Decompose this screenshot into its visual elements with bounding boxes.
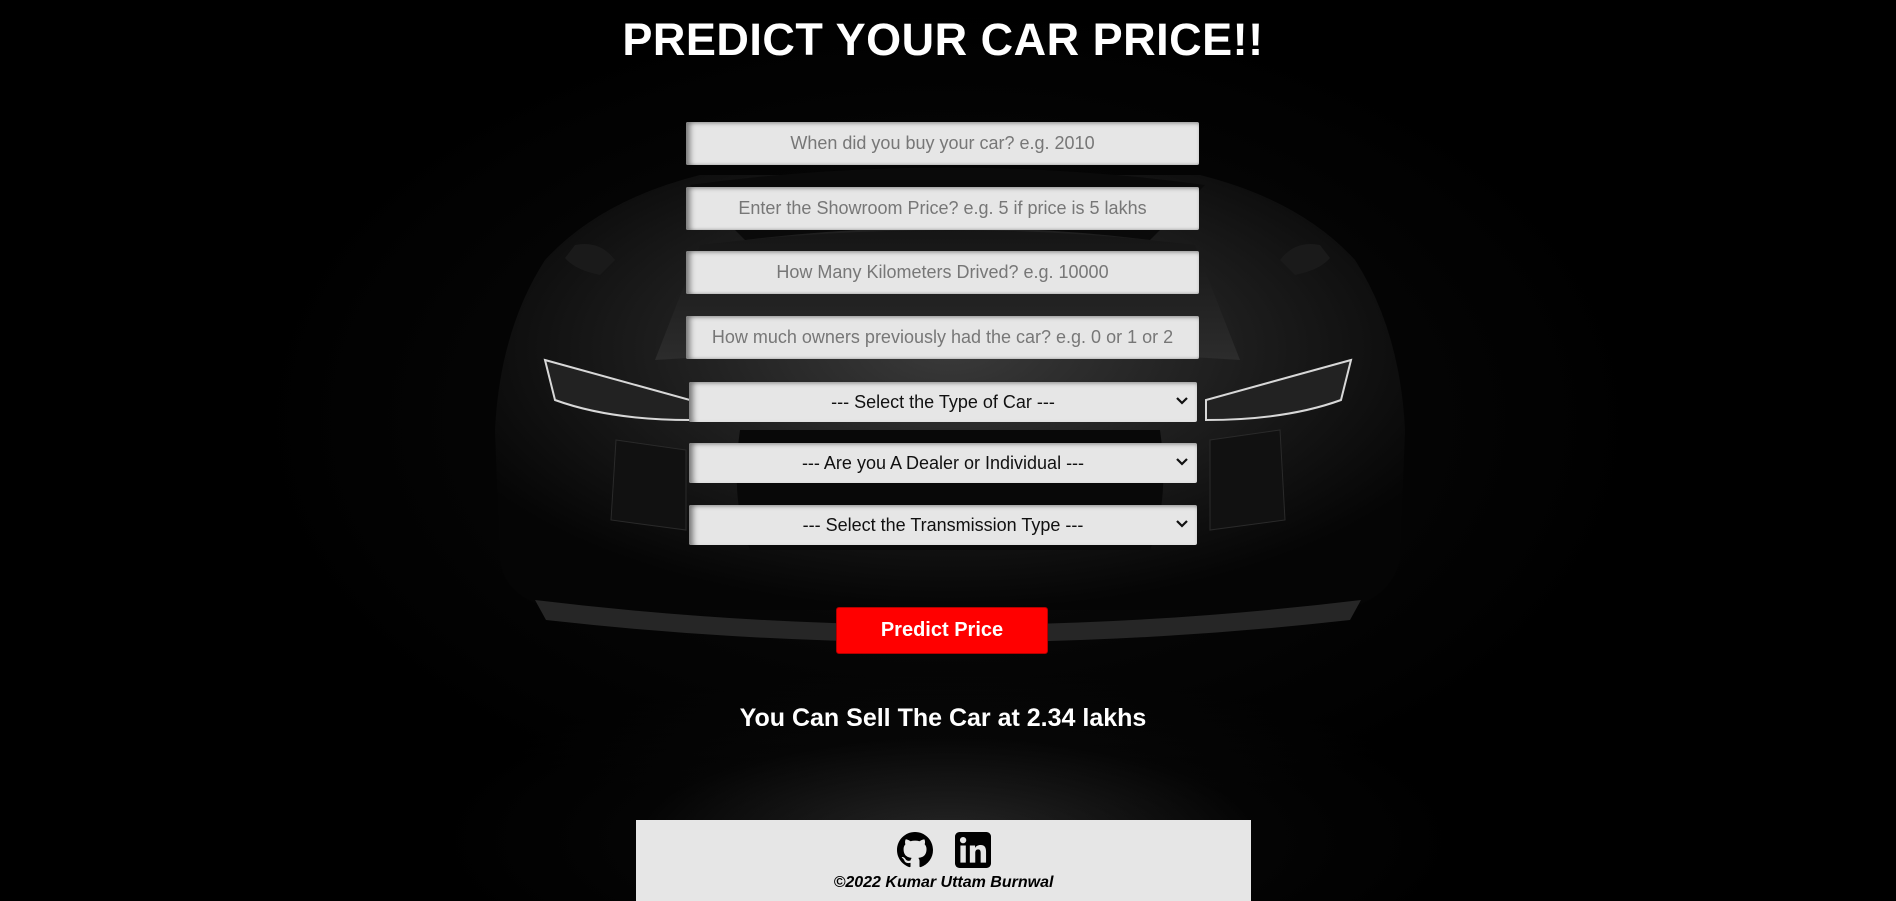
predict-price-button[interactable]: Predict Price [836,607,1048,654]
fuel-type-select-value: --- Select the Type of Car --- [831,391,1055,412]
prediction-result-text: You Can Sell The Car at 2.34 lakhs [739,704,1147,732]
transmission-select[interactable]: --- Select the Transmission Type --- [689,505,1197,545]
fuel-type-select[interactable]: --- Select the Type of Car --- [689,382,1197,422]
page: PREDICT YOUR CAR PRICE!! --- Select the … [0,0,1896,901]
chevron-down-icon [1176,397,1188,405]
github-icon[interactable] [896,832,933,868]
transmission-select-value: --- Select the Transmission Type --- [802,514,1084,535]
linkedin-icon[interactable] [954,832,991,868]
seller-type-select-value: --- Are you A Dealer or Individual --- [801,452,1085,473]
chevron-down-icon [1176,458,1188,466]
copyright-text: ©2022 Kumar Uttam Burnwal [833,874,1054,891]
social-icons [636,832,1251,868]
year-input[interactable] [686,122,1199,165]
owners-input[interactable] [686,316,1199,359]
footer: ©2022 Kumar Uttam Burnwal [636,820,1251,901]
chevron-down-icon [1176,520,1188,528]
seller-type-select[interactable]: --- Are you A Dealer or Individual --- [689,443,1197,483]
page-title: PREDICT YOUR CAR PRICE!! [622,14,1264,65]
kilometers-input[interactable] [686,251,1199,294]
showroom-price-input[interactable] [686,187,1199,230]
